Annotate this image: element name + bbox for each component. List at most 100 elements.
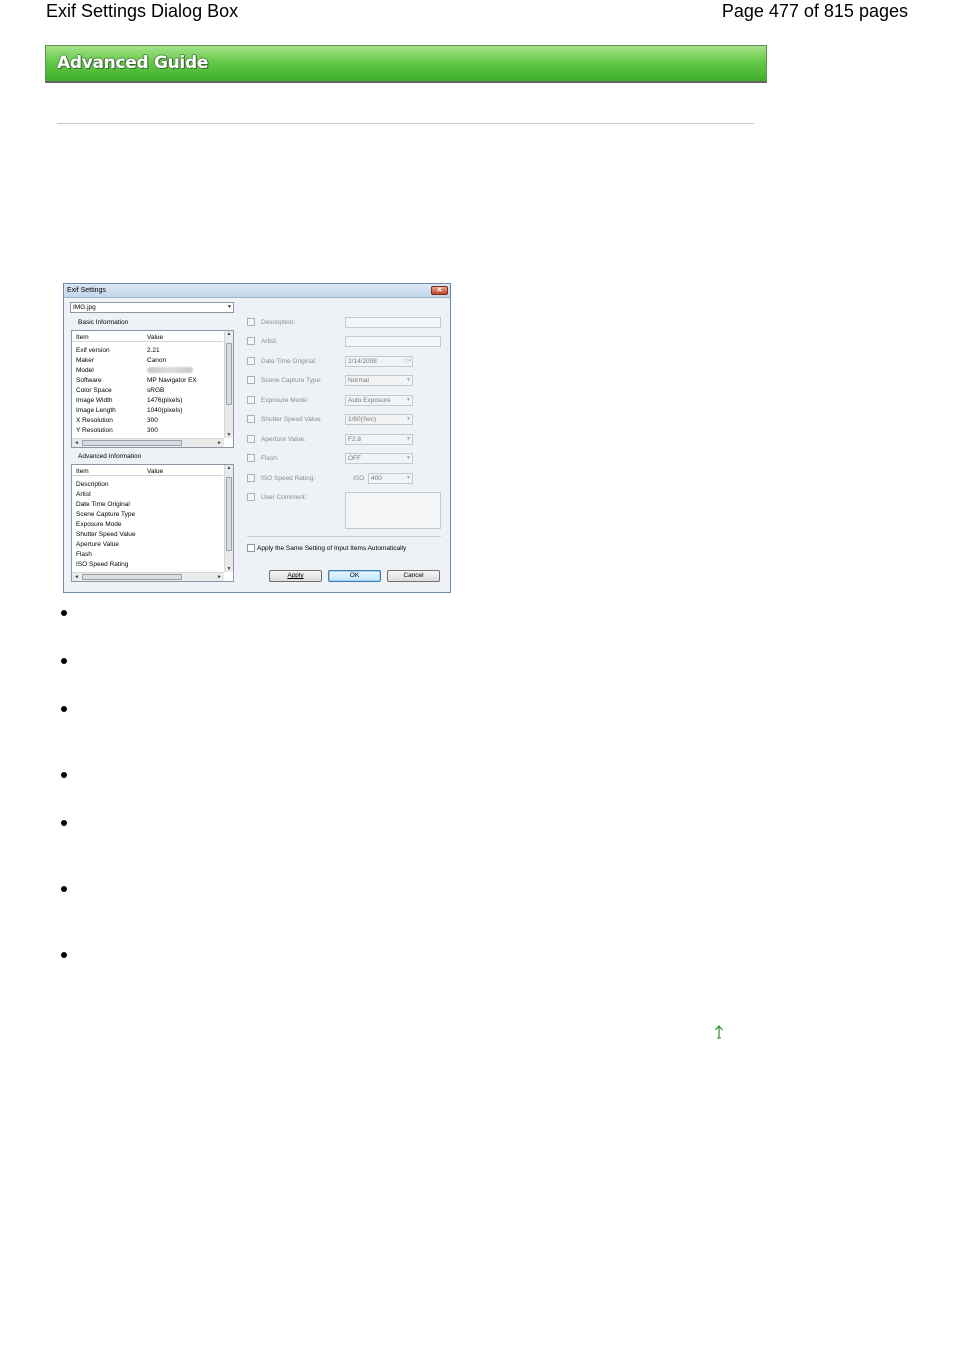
list-item[interactable]: ISO Speed Rating [76, 560, 216, 570]
user-comment-input[interactable] [345, 492, 441, 529]
list-item[interactable]: Model [76, 366, 216, 376]
blurred-model-value [147, 366, 193, 376]
description-input[interactable] [345, 317, 441, 328]
user-comment-label: User Comment: [261, 494, 307, 501]
advanced-guide-banner: Advanced Guide [45, 45, 767, 83]
iso-speed-label: ISO Speed Rating: [261, 475, 316, 482]
chevron-down-icon: ▼ [406, 475, 411, 481]
row-item: Image Width [76, 397, 113, 404]
col-item-header: Item [76, 334, 89, 341]
date-time-label: Date Time Original: [261, 358, 317, 365]
shutter-speed-label: Shutter Speed Value: [261, 416, 323, 423]
chevron-down-icon: ▼ [406, 397, 411, 403]
page-header-title: Exif Settings Dialog Box [46, 1, 239, 21]
col-value-header: Value [147, 334, 164, 341]
scroll-thumb[interactable] [226, 343, 232, 405]
scroll-up-icon[interactable]: ▲ [225, 331, 233, 337]
artist-row: Artist: [247, 336, 441, 348]
flash-value: OFF [348, 455, 361, 462]
date-time-checkbox[interactable] [247, 357, 255, 365]
row-value: sRGB [147, 387, 165, 394]
shutter-speed-checkbox[interactable] [247, 415, 255, 423]
file-select[interactable]: IMG.jpg ▼ [70, 302, 234, 313]
list-item[interactable]: Image Length 1040(pixels) [76, 406, 216, 416]
list-item[interactable]: Maker Canon [76, 356, 216, 366]
apply-all-checkbox[interactable] [247, 544, 255, 552]
col-value-header: Value [147, 468, 164, 475]
scroll-thumb[interactable] [82, 574, 182, 580]
exposure-value: Auto Exposure [348, 397, 391, 404]
scroll-down-icon[interactable]: ▼ [225, 566, 233, 572]
scene-capture-checkbox[interactable] [247, 376, 255, 384]
artist-input[interactable] [345, 336, 441, 347]
list-item[interactable]: Exposure Mode [76, 520, 216, 530]
date-time-picker[interactable]: 2/14/2008 ▢▾ [345, 356, 413, 367]
exposure-mode-select[interactable]: Auto Exposure ▼ [345, 395, 413, 406]
apply-all-label: Apply the Same Setting of Input Items Au… [257, 545, 407, 552]
vertical-scrollbar[interactable]: ▲ ▼ [224, 331, 233, 438]
row-item: Software [76, 377, 102, 384]
col-item-header: Item [76, 468, 89, 475]
date-time-row: Date Time Original: 2/14/2008 ▢▾ [247, 356, 441, 368]
list-item[interactable]: Color Space sRGB [76, 386, 216, 396]
vertical-scrollbar[interactable]: ▲ ▼ [224, 465, 233, 572]
description-checkbox[interactable] [247, 318, 255, 326]
exposure-mode-row: Exposure Mode: Auto Exposure ▼ [247, 395, 441, 407]
list-item[interactable]: Y Resolution 300 [76, 426, 216, 436]
aperture-row: Aperture Value: F2.8 ▼ [247, 434, 441, 446]
ok-button[interactable]: OK [328, 570, 381, 582]
list-item[interactable]: Scene Capture Type [76, 510, 216, 520]
bullet-point [61, 952, 67, 958]
scroll-right-icon[interactable]: ► [217, 573, 222, 581]
iso-speed-select[interactable]: 400 ▼ [368, 473, 413, 484]
description-label: Description: [261, 319, 296, 326]
apply-button[interactable]: Apply [269, 570, 322, 582]
shutter-speed-select[interactable]: 1/60(Sec) ▼ [345, 414, 413, 425]
horizontal-scrollbar[interactable]: ◄ ► [72, 572, 224, 581]
scroll-right-icon[interactable]: ► [217, 439, 222, 447]
scroll-down-icon[interactable]: ▼ [225, 432, 233, 438]
scroll-left-icon[interactable]: ◄ [74, 573, 79, 581]
list-item[interactable]: Artist [76, 490, 216, 500]
scroll-thumb[interactable] [226, 477, 232, 551]
list-item[interactable]: X Resolution 300 [76, 416, 216, 426]
basic-info-list[interactable]: Item Value Exif version 2.21 Maker Canon M… [71, 330, 234, 448]
horizontal-scrollbar[interactable]: ◄ ► [72, 438, 224, 447]
list-item[interactable]: Image Width 1476(pixels) [76, 396, 216, 406]
bullet-point [61, 886, 67, 892]
file-select-value: IMG.jpg [73, 304, 96, 311]
iso-speed-checkbox[interactable] [247, 474, 255, 482]
flash-select[interactable]: OFF ▼ [345, 453, 413, 464]
back-to-top-icon[interactable] [713, 1024, 725, 1040]
scroll-left-icon[interactable]: ◄ [74, 439, 79, 447]
aperture-checkbox[interactable] [247, 435, 255, 443]
row-item: Model [76, 367, 94, 374]
close-icon[interactable]: ✕ [431, 286, 448, 295]
cancel-button[interactable]: Cancel [387, 570, 440, 582]
horizontal-rule [57, 123, 754, 124]
list-item[interactable]: Flash [76, 550, 216, 560]
row-value: Canon [147, 357, 167, 364]
basic-info-label: Basic Information [78, 319, 129, 326]
artist-checkbox[interactable] [247, 337, 255, 345]
advanced-info-header: Item Value [72, 465, 223, 476]
bullet-point [61, 772, 67, 778]
user-comment-checkbox[interactable] [247, 493, 255, 501]
list-item[interactable]: Aperture Value [76, 540, 216, 550]
list-item[interactable]: Software MP Navigator EX [76, 376, 216, 386]
scene-capture-select[interactable]: Normal ▼ [345, 375, 413, 386]
exposure-mode-checkbox[interactable] [247, 396, 255, 404]
bullet-point [61, 820, 67, 826]
list-item[interactable]: Shutter Speed Value [76, 530, 216, 540]
aperture-select[interactable]: F2.8 ▼ [345, 434, 413, 445]
scroll-up-icon[interactable]: ▲ [225, 465, 233, 471]
row-value: 300 [147, 417, 158, 424]
flash-checkbox[interactable] [247, 454, 255, 462]
shutter-speed-row: Shutter Speed Value: 1/60(Sec) ▼ [247, 414, 441, 426]
list-item[interactable]: Exif version 2.21 [76, 346, 216, 356]
list-item[interactable]: Date Time Original [76, 500, 216, 510]
row-item: Color Space [76, 387, 112, 394]
advanced-info-list[interactable]: Item Value Description Artist Date Time … [71, 464, 234, 582]
scroll-thumb[interactable] [82, 440, 182, 446]
list-item[interactable]: Description [76, 480, 216, 490]
